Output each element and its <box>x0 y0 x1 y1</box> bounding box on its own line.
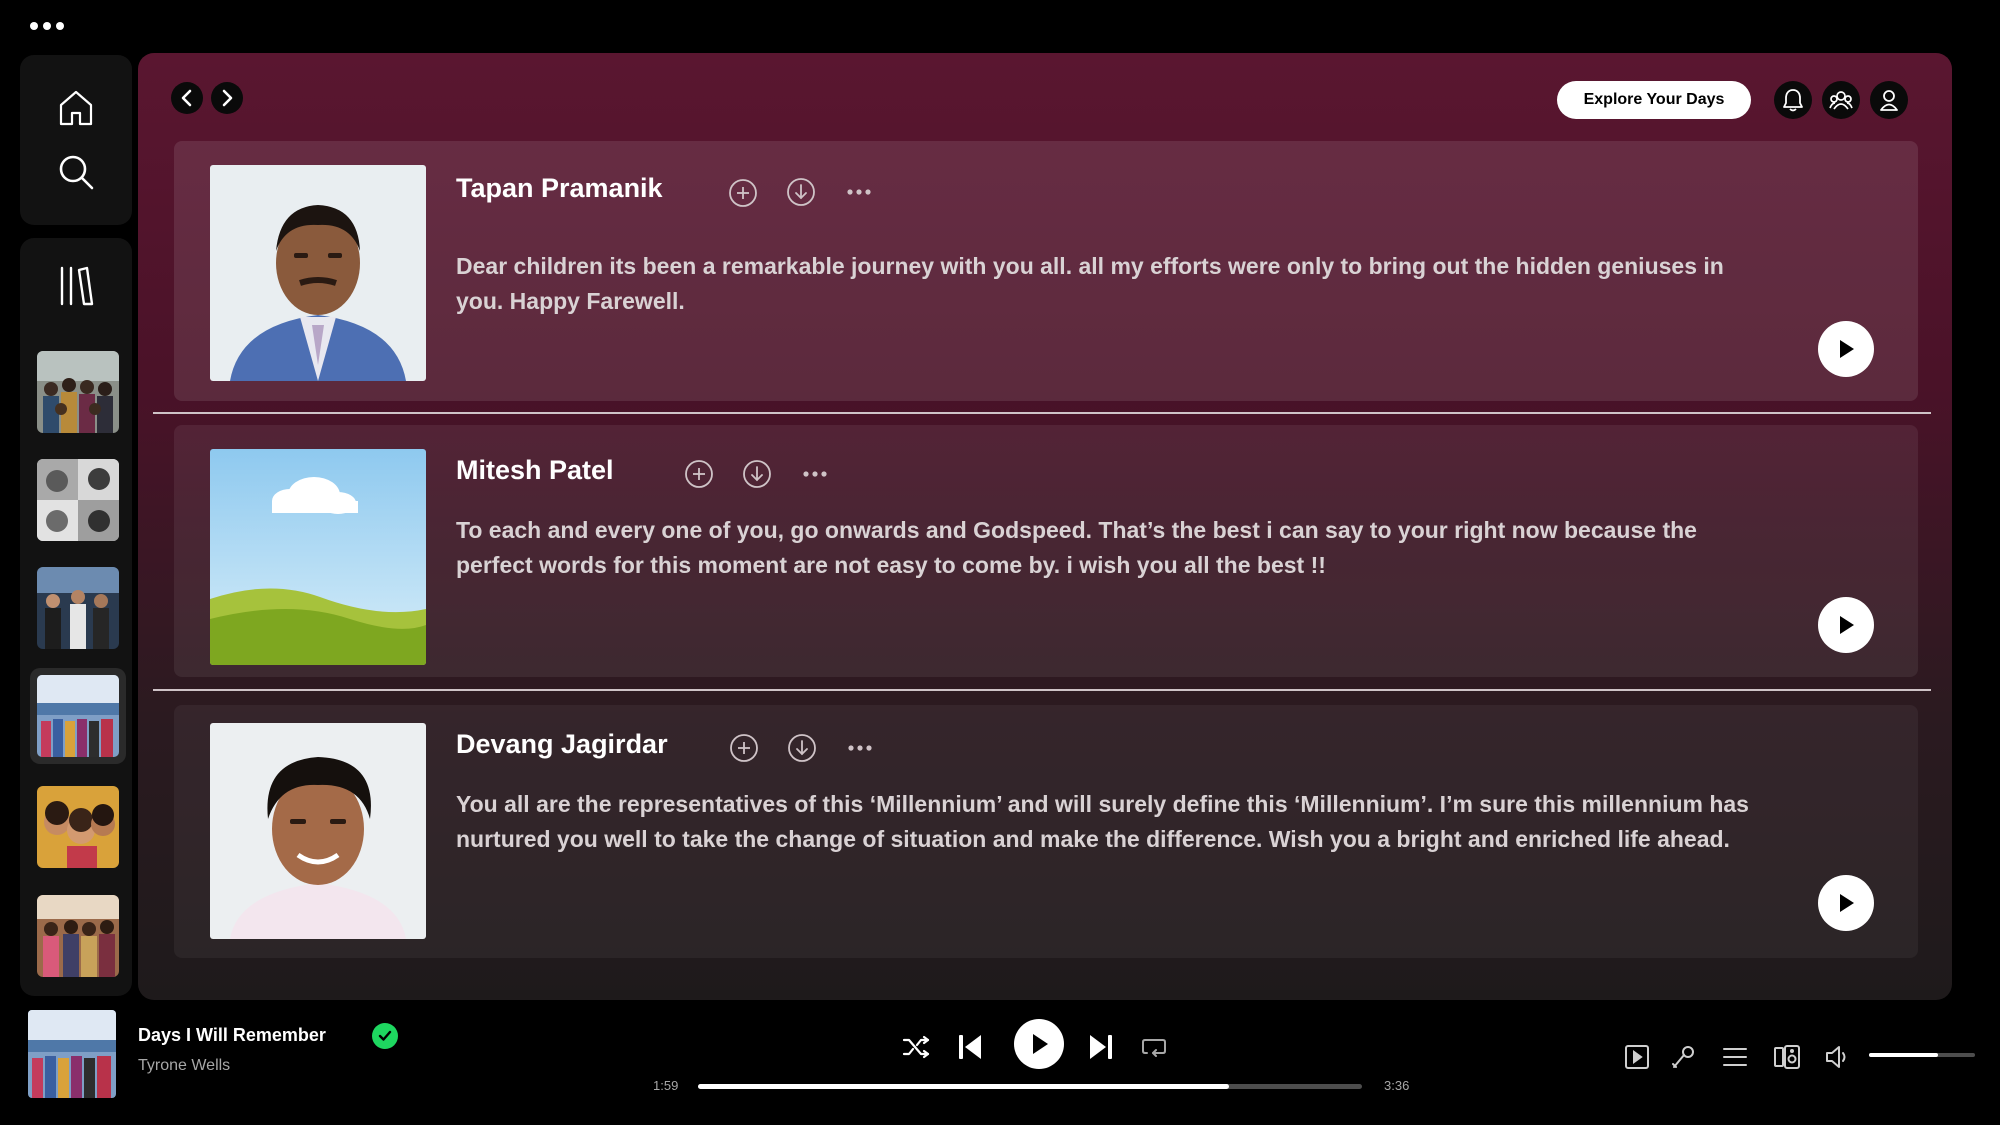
playlist-group-photo-2[interactable] <box>37 567 119 649</box>
more-options-icon[interactable] <box>844 732 876 764</box>
volume-fill <box>1869 1053 1938 1057</box>
card-name: Tapan Pramanik <box>456 173 663 203</box>
download-icon[interactable] <box>785 176 817 208</box>
play-pause-button[interactable] <box>1014 1019 1064 1069</box>
queue-icon[interactable] <box>1718 1040 1752 1074</box>
play-button[interactable] <box>1818 321 1874 377</box>
card-message: You all are the representatives of this … <box>456 791 1749 852</box>
card-photo <box>210 723 426 939</box>
chevron-right-icon <box>222 89 233 107</box>
add-icon[interactable] <box>683 458 715 490</box>
previous-icon[interactable] <box>955 1032 985 1062</box>
home-icon[interactable] <box>56 88 96 128</box>
progress-bar[interactable] <box>698 1084 1362 1089</box>
divider <box>153 689 1931 691</box>
more-options-icon[interactable] <box>799 458 831 490</box>
card-name: Mitesh Patel <box>456 455 614 485</box>
connect-device-icon[interactable] <box>1770 1040 1804 1074</box>
volume-icon[interactable] <box>1822 1040 1856 1074</box>
divider <box>153 412 1931 414</box>
card-photo <box>210 165 426 381</box>
playlist-selfie[interactable] <box>37 786 119 868</box>
progress-fill <box>698 1084 1230 1089</box>
farewell-card: Tapan Pramanik Dear children its been a … <box>174 141 1918 401</box>
card-photo <box>210 449 426 665</box>
play-button[interactable] <box>1818 875 1874 931</box>
repeat-icon[interactable] <box>1139 1033 1169 1061</box>
explore-button[interactable]: Explore Your Days <box>1557 81 1751 119</box>
more-options-icon[interactable] <box>843 176 875 208</box>
play-button[interactable] <box>1818 597 1874 653</box>
add-icon[interactable] <box>728 732 760 764</box>
lyrics-mic-icon[interactable] <box>1666 1040 1700 1074</box>
playlist-group-photo-1[interactable] <box>37 351 119 433</box>
farewell-card: Devang Jagirdar You all are the represen… <box>174 705 1918 958</box>
app-menu-dots[interactable] <box>30 16 70 36</box>
now-playing-view-icon[interactable] <box>1620 1040 1654 1074</box>
song-title[interactable]: Days I Will Remember <box>138 1025 326 1046</box>
back-button[interactable] <box>171 82 203 114</box>
main-panel: Explore Your Days Tapan Pramanik Dear ch… <box>138 53 1952 1000</box>
add-icon[interactable] <box>727 177 759 209</box>
search-icon[interactable] <box>56 152 96 192</box>
card-message: To each and every one of you, go onwards… <box>456 517 1697 578</box>
chevron-left-icon <box>181 89 192 107</box>
bell-icon[interactable] <box>1774 81 1812 119</box>
play-icon <box>1840 894 1854 912</box>
playlist-group-photo-3[interactable] <box>30 668 126 764</box>
play-icon <box>1840 616 1854 634</box>
library-icon[interactable] <box>56 264 96 308</box>
elapsed-time: 1:59 <box>653 1078 679 1093</box>
friends-icon[interactable] <box>1822 81 1860 119</box>
nav-panel <box>20 55 132 225</box>
play-icon <box>1840 340 1854 358</box>
playlist-group-photo-4[interactable] <box>37 895 119 977</box>
song-artist[interactable]: Tyrone Wells <box>138 1057 230 1075</box>
farewell-card: Mitesh Patel To each and every one of yo… <box>174 425 1918 677</box>
card-name: Devang Jagirdar <box>456 729 668 759</box>
download-icon[interactable] <box>786 732 818 764</box>
volume-slider[interactable] <box>1869 1053 1975 1057</box>
play-icon <box>1033 1034 1048 1054</box>
total-duration: 3:36 <box>1384 1078 1410 1093</box>
now-playing-cover[interactable] <box>28 1010 116 1098</box>
download-icon[interactable] <box>741 458 773 490</box>
profile-icon[interactable] <box>1870 81 1908 119</box>
forward-button[interactable] <box>211 82 243 114</box>
card-message: Dear children its been a remarkable jour… <box>456 253 1724 314</box>
library-panel <box>20 238 132 996</box>
saved-check-icon[interactable] <box>372 1023 398 1049</box>
playlist-portraits-collage[interactable] <box>37 459 119 541</box>
shuffle-icon[interactable] <box>900 1032 932 1062</box>
next-icon[interactable] <box>1086 1032 1116 1062</box>
